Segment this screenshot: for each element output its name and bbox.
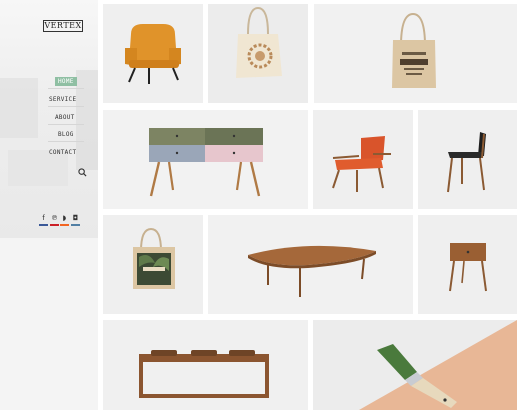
two-tone-sideboard-image[interactable]: [103, 110, 308, 209]
search-icon[interactable]: [78, 168, 87, 177]
tote-bag-print-image[interactable]: [314, 4, 517, 103]
nav-item-contact[interactable]: CONTACT: [49, 149, 76, 156]
rss-icon[interactable]: ◗: [61, 215, 68, 222]
logo[interactable]: VERTEX: [43, 20, 83, 32]
orange-lounge-chair-image[interactable]: [313, 110, 413, 209]
tote-bag-floral-image[interactable]: [208, 4, 308, 103]
wood-nightstand-image[interactable]: [418, 215, 517, 314]
orange-armchair-image[interactable]: [103, 4, 203, 103]
black-dining-chair-image[interactable]: [418, 110, 517, 209]
tote-bag-tropical-image[interactable]: [103, 215, 203, 314]
wood-bench-image[interactable]: [103, 320, 308, 410]
instagram-icon[interactable]: ◘: [72, 215, 79, 222]
nav-item-home[interactable]: HOME: [55, 77, 77, 86]
nav-item-service[interactable]: SERVICE: [49, 96, 76, 103]
pinterest-icon[interactable]: ℗: [51, 215, 58, 222]
nav-item-blog[interactable]: BLOG: [58, 131, 74, 138]
facebook-icon[interactable]: f: [40, 215, 47, 222]
sidebar: VERTEX HOME SERVICE ABOUT BLOG CONTACT f…: [0, 0, 98, 410]
nav-item-about[interactable]: ABOUT: [55, 114, 75, 121]
sidebar-background-photo: [0, 0, 98, 238]
paint-brush-image[interactable]: [313, 320, 517, 410]
wood-coffee-table-image[interactable]: [208, 215, 413, 314]
